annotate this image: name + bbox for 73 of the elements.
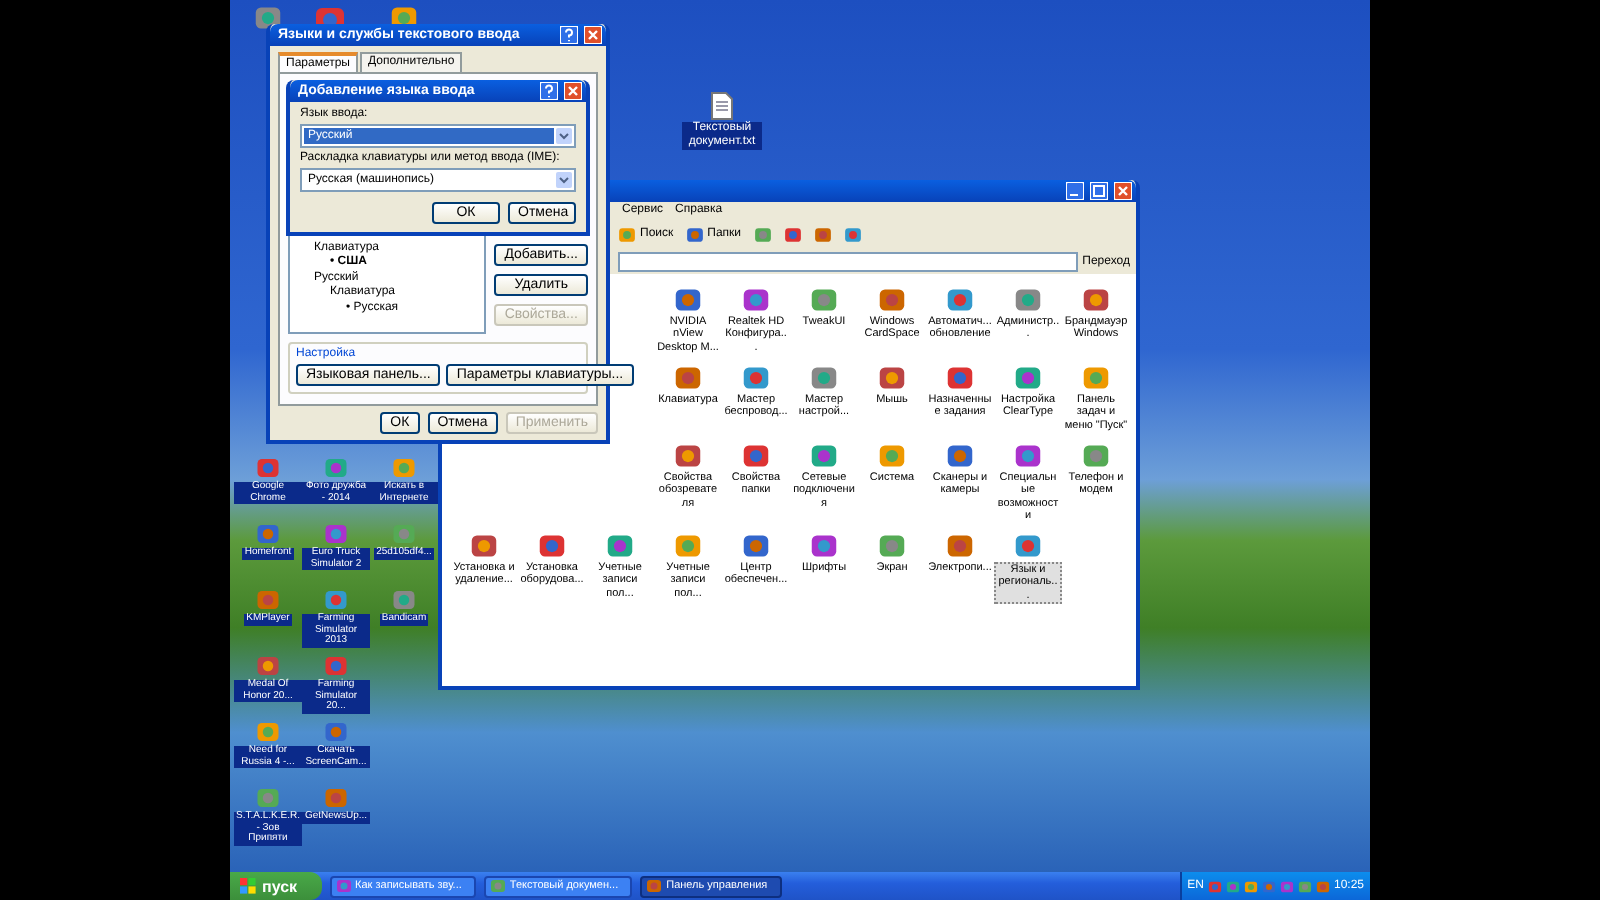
tray-icon <box>1315 879 1330 893</box>
program-icon <box>392 522 416 546</box>
applet-icon <box>810 532 838 561</box>
applet-icon <box>946 441 974 470</box>
applet-icon <box>1014 532 1042 561</box>
applet-icon <box>946 532 974 561</box>
program-icon <box>256 456 280 480</box>
minimize-icon[interactable] <box>1066 182 1084 200</box>
program-icon <box>324 786 348 810</box>
applet-icon <box>674 363 702 392</box>
dropdown-arrow-icon[interactable] <box>556 128 572 144</box>
applet-icon <box>810 286 838 314</box>
applet-icon <box>946 286 974 314</box>
applet-icon <box>674 441 702 470</box>
program-icon <box>324 720 348 744</box>
program-icon <box>324 456 348 480</box>
program-icon <box>392 456 416 480</box>
applet-icon <box>674 286 702 314</box>
program-icon <box>256 522 280 546</box>
close-icon[interactable] <box>564 82 582 100</box>
applet-icon <box>1014 286 1042 314</box>
program-icon <box>256 654 280 678</box>
maximize-icon[interactable] <box>1090 182 1108 200</box>
program-icon <box>489 878 506 894</box>
tray-icon <box>1261 879 1276 893</box>
address-field[interactable] <box>618 252 1079 272</box>
program-icon <box>335 878 352 894</box>
toolbar-icon <box>813 225 832 243</box>
program-icon <box>254 4 282 32</box>
program-icon <box>256 588 280 612</box>
applet-icon <box>1014 363 1042 392</box>
applet-icon <box>810 441 838 470</box>
tray-icon <box>1297 879 1312 893</box>
applet-icon <box>878 532 906 561</box>
program-icon <box>256 786 280 810</box>
program-icon <box>324 588 348 612</box>
applet-icon <box>1014 441 1042 470</box>
applet-icon <box>878 286 906 314</box>
dropdown-arrow-icon[interactable] <box>556 172 572 188</box>
program-icon <box>256 720 280 744</box>
tray-icon <box>1225 879 1240 893</box>
applet-icon <box>1082 286 1110 314</box>
applet-icon <box>606 532 634 561</box>
applet-icon <box>742 532 770 561</box>
applet-icon <box>674 532 702 561</box>
applet-icon <box>470 532 498 561</box>
applet-icon <box>878 441 906 470</box>
toolbar-icon <box>843 225 862 243</box>
close-icon[interactable] <box>584 26 602 44</box>
applet-icon <box>742 286 770 314</box>
start-button[interactable]: пуск <box>230 872 322 900</box>
applet-icon <box>810 363 838 392</box>
help-icon[interactable] <box>540 82 558 100</box>
help-icon[interactable] <box>560 26 578 44</box>
text-file-icon <box>710 92 734 120</box>
program-icon <box>646 878 663 894</box>
program-icon <box>324 654 348 678</box>
applet-icon <box>742 441 770 470</box>
applet-icon <box>878 363 906 392</box>
tray-icon <box>1207 879 1222 893</box>
toolbar-icon <box>783 225 802 243</box>
program-icon <box>324 522 348 546</box>
windows-logo-icon <box>240 878 256 894</box>
applet-icon <box>1082 363 1110 392</box>
applet-icon <box>946 363 974 392</box>
program-icon <box>392 588 416 612</box>
applet-icon <box>1082 441 1110 470</box>
close-icon[interactable] <box>1114 182 1132 200</box>
toolbar-icon <box>753 225 772 243</box>
tray-icon <box>1243 879 1258 893</box>
tray-icon <box>1279 879 1294 893</box>
applet-icon <box>538 532 566 561</box>
applet-icon <box>742 363 770 392</box>
